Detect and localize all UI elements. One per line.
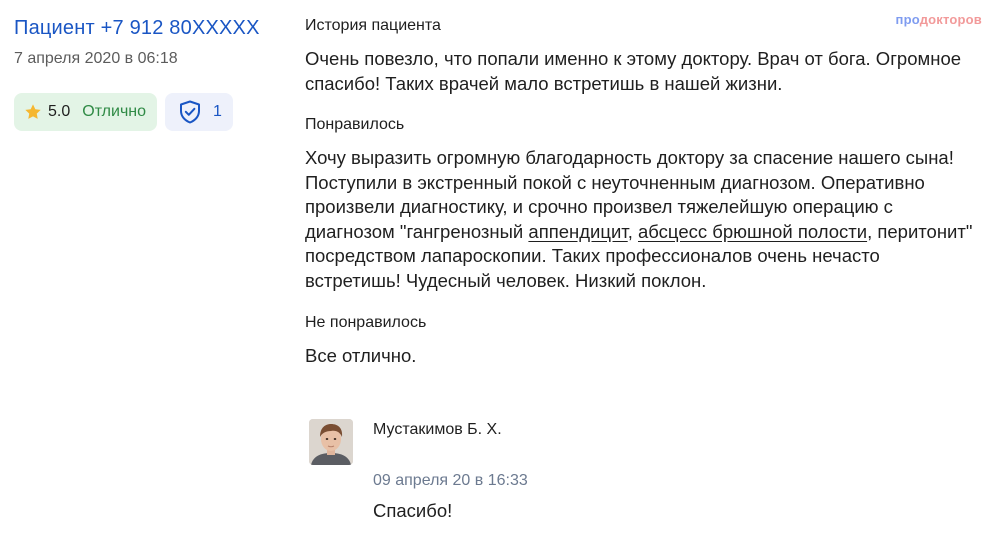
link-abscess[interactable]: абсцесс брюшной полости — [638, 221, 867, 242]
history-section: История пациента Очень повезло, что попа… — [305, 14, 975, 96]
verified-count: 1 — [213, 103, 222, 120]
reply-date: 09 апреля 20 в 16:33 — [373, 472, 528, 489]
history-title: История пациента — [305, 17, 441, 34]
reply-body: Мустакимов Б. Х. 09 апреля 20 в 16:33 Сп… — [373, 419, 528, 523]
rating-badge: 5.0 Отлично — [14, 93, 158, 131]
star-icon — [25, 104, 41, 119]
review-author-panel: Пациент +7 912 80XXXXX 7 апреля 2020 в 0… — [14, 14, 284, 131]
reply-author-name: Мустакимов Б. Х. — [373, 421, 502, 438]
review-date: 7 апреля 2020 в 06:18 — [14, 50, 178, 67]
disliked-text: Все отлично. — [305, 345, 417, 366]
history-text: Очень повезло, что попали именно к этому… — [305, 48, 962, 94]
shield-check-icon — [180, 100, 201, 124]
review-content: История пациента Очень повезло, что попа… — [305, 14, 975, 369]
liked-section: Понравилось Хочу выразить огромную благо… — [305, 113, 975, 293]
doctor-photo — [309, 419, 353, 465]
reply-text: Спасибо! — [373, 500, 453, 521]
liked-text-separator: , — [627, 220, 638, 242]
liked-title: Понравилось — [305, 116, 405, 133]
rating-score: 5.0 — [48, 103, 71, 120]
badges-row: 5.0 Отлично 1 — [14, 93, 284, 131]
avatar — [309, 419, 353, 465]
link-appendicitis[interactable]: аппендицит — [528, 221, 627, 242]
liked-text: Хочу выразить огромную благодарность док… — [305, 146, 975, 293]
rating-label: Отлично — [82, 103, 147, 120]
disliked-title: Не понравилось — [305, 314, 427, 331]
verified-badge[interactable]: 1 — [165, 93, 233, 131]
disliked-section: Не понравилось Все отлично. — [305, 311, 975, 369]
author-link[interactable]: Пациент +7 912 80XXXXX — [14, 14, 284, 42]
